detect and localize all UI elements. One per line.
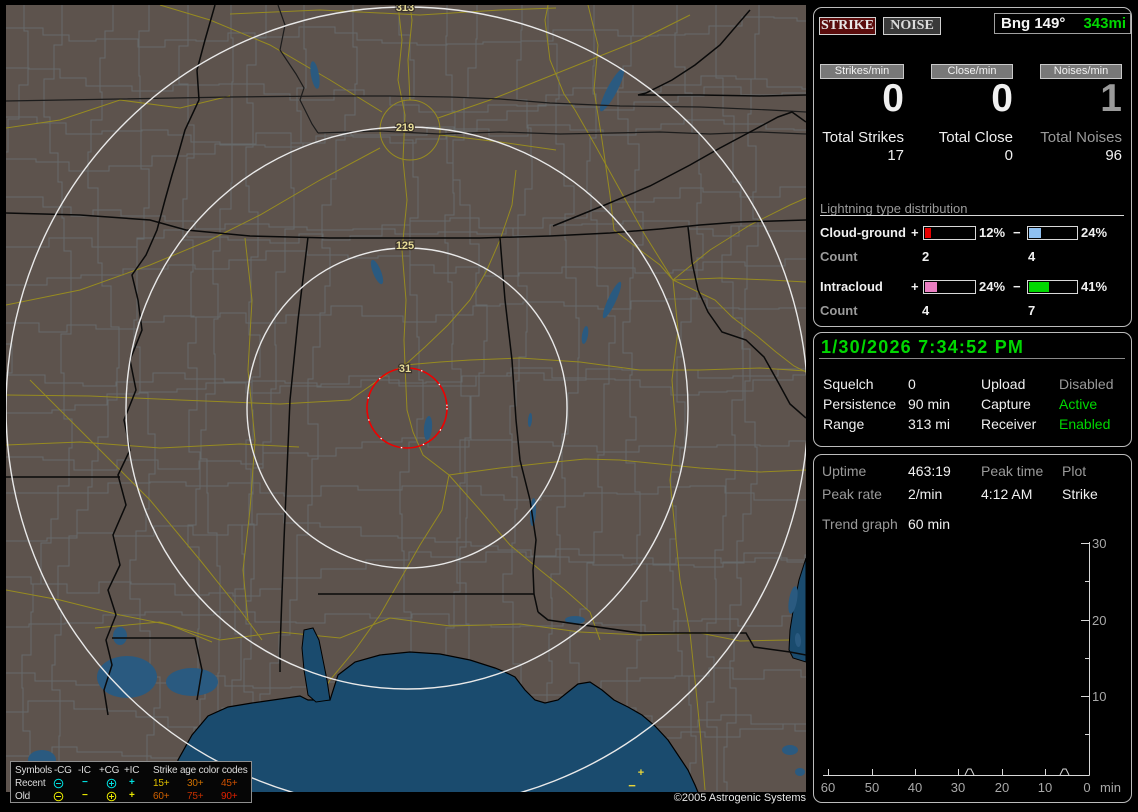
svg-text:60: 60: [821, 780, 835, 795]
svg-text:219: 219: [396, 122, 414, 134]
svg-text:30: 30: [1092, 536, 1106, 551]
svg-text:10: 10: [1092, 689, 1106, 704]
svg-text:+: +: [638, 767, 644, 779]
svg-text:31: 31: [399, 363, 411, 375]
svg-text:30: 30: [951, 780, 965, 795]
svg-text:40: 40: [908, 780, 922, 795]
svg-text:10: 10: [1038, 780, 1052, 795]
svg-text:125: 125: [396, 240, 414, 252]
svg-text:50: 50: [865, 780, 879, 795]
svg-text:20: 20: [1092, 613, 1106, 628]
svg-text:0: 0: [1083, 780, 1090, 795]
svg-text:313: 313: [396, 5, 414, 14]
svg-text:−: −: [628, 778, 636, 792]
svg-text:min: min: [1100, 780, 1121, 795]
svg-text:20: 20: [995, 780, 1009, 795]
